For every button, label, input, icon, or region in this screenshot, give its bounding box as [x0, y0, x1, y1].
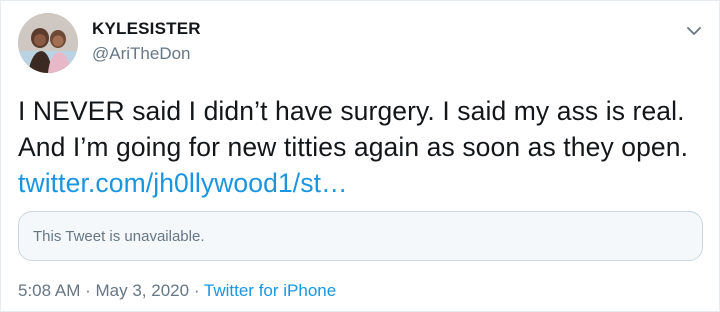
tweet-body: I NEVER said I didn’t have surgery. I sa…: [18, 96, 689, 162]
avatar[interactable]: [18, 13, 78, 73]
more-options-button[interactable]: [682, 21, 706, 41]
tweet-time[interactable]: 5:08 AM: [18, 281, 80, 300]
meta-separator: ·: [85, 281, 91, 300]
tweet-meta: 5:08 AM · May 3, 2020 · Twitter for iPho…: [18, 281, 336, 301]
quoted-tweet[interactable]: This Tweet is unavailable.: [18, 211, 703, 261]
display-name[interactable]: KYLESISTER: [92, 19, 201, 39]
tweet-text: I NEVER said I didn’t have surgery. I sa…: [18, 93, 708, 201]
user-handle[interactable]: @AriTheDon: [92, 44, 191, 64]
quoted-tweet-unavailable: This Tweet is unavailable.: [33, 228, 205, 245]
chevron-down-icon: [687, 26, 701, 35]
tweet-card: KYLESISTER @AriTheDon I NEVER said I did…: [0, 0, 720, 312]
avatar-photo: [18, 13, 78, 73]
tweet-source-link[interactable]: Twitter for iPhone: [204, 281, 336, 300]
meta-separator: ·: [193, 281, 200, 300]
tweet-date[interactable]: May 3, 2020: [96, 281, 190, 300]
tweet-link[interactable]: twitter.com/jh0llywood1/st…: [18, 168, 348, 198]
